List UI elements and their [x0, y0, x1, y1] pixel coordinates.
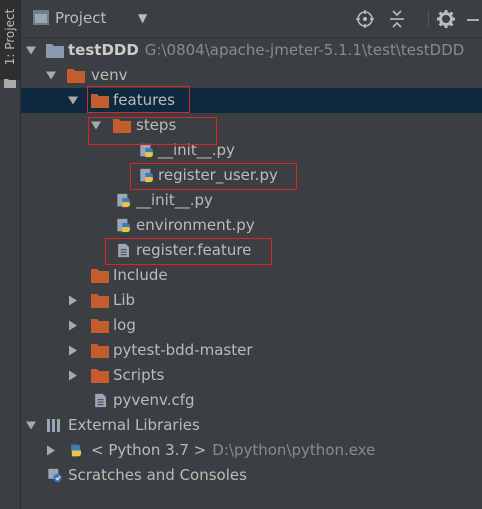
tree-node-python-sdk[interactable]: < Python 3.7 > D:\python\python.exe	[21, 438, 482, 463]
node-label: environment.py	[136, 216, 255, 234]
node-label: venv	[91, 66, 128, 84]
project-name: testDDD	[68, 41, 139, 59]
tree-node-project-root[interactable]: testDDD G:\0804\apache-jmeter-5.1.1\test\…	[21, 38, 482, 63]
tree-node-lib[interactable]: Lib	[21, 288, 482, 313]
project-folder-icon	[46, 44, 64, 58]
node-label: log	[113, 316, 136, 334]
tree-node-register-user[interactable]: register_user.py	[21, 163, 482, 188]
locate-file-icon[interactable]	[355, 9, 375, 29]
node-label: __init__.py	[136, 191, 213, 209]
tree-node-features-init[interactable]: __init__.py	[21, 188, 482, 213]
excluded-folder-icon	[91, 94, 109, 108]
tree-node-steps[interactable]: steps	[21, 113, 482, 138]
sdk-name: < Python 3.7 >	[91, 441, 207, 459]
tree-node-venv[interactable]: venv	[21, 63, 482, 88]
text-file-icon	[118, 243, 129, 258]
library-icon	[47, 419, 60, 432]
tree-node-environment[interactable]: environment.py	[21, 213, 482, 238]
tree-node-steps-init[interactable]: __init__.py	[21, 138, 482, 163]
tree-node-log[interactable]: log	[21, 313, 482, 338]
project-tool-window: 1: Project Project ▼ testDDD G:\0804\apa…	[0, 0, 482, 509]
node-label: pytest-bdd-master	[113, 341, 253, 359]
tree-node-scripts[interactable]: Scripts	[21, 363, 482, 388]
expanded-arrow-icon[interactable]	[26, 420, 36, 431]
expanded-arrow-icon[interactable]	[68, 95, 78, 106]
chevron-down-icon[interactable]: ▼	[138, 11, 147, 25]
python-file-icon	[117, 193, 130, 208]
collapsed-arrow-icon[interactable]	[68, 345, 78, 356]
node-label: Include	[113, 266, 168, 284]
node-label: __init__.py	[158, 141, 235, 159]
project-stripe-tab[interactable]: 1: Project	[0, 0, 20, 80]
node-label: steps	[136, 116, 177, 134]
expanded-arrow-icon[interactable]	[91, 120, 101, 131]
project-folder-icon	[33, 10, 49, 25]
folder-icon[interactable]	[4, 78, 16, 88]
project-path: G:\0804\apache-jmeter-5.1.1\test\testDDD	[144, 41, 465, 59]
expanded-arrow-icon[interactable]	[26, 45, 36, 56]
excluded-folder-icon	[91, 269, 109, 283]
node-label: Lib	[113, 291, 136, 309]
scratches-icon	[48, 468, 62, 483]
excluded-folder-icon	[113, 119, 131, 133]
tree-node-register-feature[interactable]: register.feature	[21, 238, 482, 263]
project-header: Project ▼	[21, 0, 482, 38]
node-label: External Libraries	[68, 416, 200, 434]
collapsed-arrow-icon[interactable]	[68, 295, 78, 306]
sdk-path: D:\python\python.exe	[212, 441, 376, 459]
text-file-icon	[95, 393, 106, 408]
project-view-title[interactable]: Project	[55, 9, 106, 27]
excluded-folder-icon	[91, 344, 109, 358]
tree-node-scratches-and-consoles[interactable]: Scratches and Consoles	[21, 463, 482, 488]
tree-node-external-libraries[interactable]: External Libraries	[21, 413, 482, 438]
excluded-folder-icon	[91, 369, 109, 383]
tree-node-pyvenv-cfg[interactable]: pyvenv.cfg	[21, 388, 482, 413]
project-tree: testDDD G:\0804\apache-jmeter-5.1.1\test\…	[21, 38, 482, 509]
collapsed-arrow-icon[interactable]	[68, 320, 78, 331]
node-label: register_user.py	[158, 166, 278, 184]
collapsed-arrow-icon[interactable]	[68, 370, 78, 381]
excluded-folder-icon	[91, 319, 109, 333]
node-label: features	[113, 91, 175, 109]
node-label: register.feature	[136, 241, 252, 259]
left-tool-stripe: 1: Project	[0, 0, 21, 509]
tree-node-include[interactable]: Include	[21, 263, 482, 288]
collapsed-arrow-icon[interactable]	[46, 445, 56, 456]
node-label: Scripts	[113, 366, 165, 384]
gear-icon[interactable]	[436, 9, 456, 29]
python-file-icon	[117, 218, 130, 233]
python-logo-icon	[71, 444, 81, 457]
toolbar-separator	[428, 10, 429, 28]
tree-node-pytest-bdd-master[interactable]: pytest-bdd-master	[21, 338, 482, 363]
minimize-icon[interactable]	[463, 9, 482, 29]
tree-node-features[interactable]: features	[21, 88, 482, 113]
collapse-all-icon[interactable]	[387, 9, 407, 29]
excluded-folder-icon	[67, 69, 85, 83]
python-file-icon	[140, 143, 153, 158]
python-file-icon	[140, 168, 153, 183]
expanded-arrow-icon[interactable]	[46, 70, 56, 81]
project-stripe-label: 1: Project	[3, 8, 17, 66]
node-label: Scratches and Consoles	[68, 466, 247, 484]
excluded-folder-icon	[91, 294, 109, 308]
node-label: pyvenv.cfg	[113, 391, 195, 409]
